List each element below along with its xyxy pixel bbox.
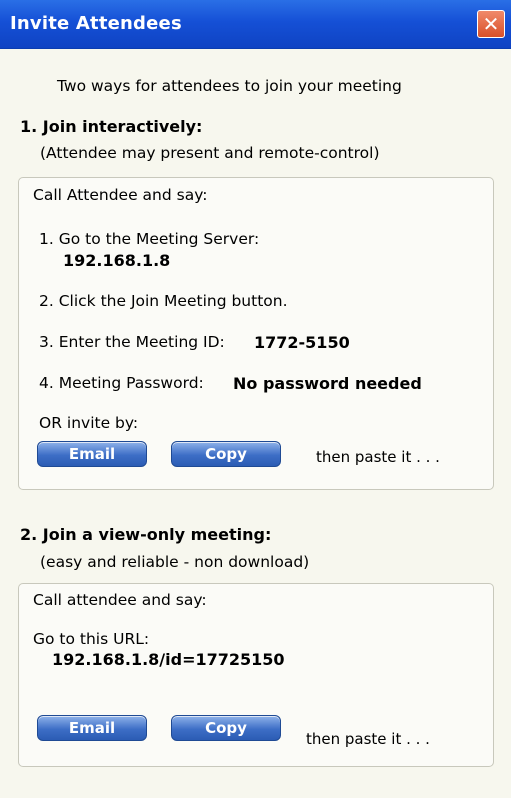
url-label: Go to this URL: [33, 630, 150, 648]
step1-text: 1. Go to the Meeting Server: [39, 230, 260, 248]
copy-button-view-only[interactable]: Copy [171, 715, 281, 741]
email-button-view-only[interactable]: Email [37, 715, 147, 741]
paste-hint: then paste it . . . [316, 448, 440, 466]
copy-button[interactable]: Copy [171, 441, 281, 467]
close-icon[interactable]: ✕ [477, 10, 505, 38]
step3-label: 3. Enter the Meeting ID: [39, 333, 225, 351]
or-invite-label: OR invite by: [39, 414, 139, 432]
window-title: Invite Attendees [10, 13, 182, 34]
section2-heading: 2. Join a view-only meeting: [20, 525, 272, 544]
title-bar: Invite Attendees ✕ [0, 0, 511, 49]
server-address: 192.168.1.8 [63, 251, 171, 270]
meeting-password: No password needed [233, 374, 422, 393]
step2-text: 2. Click the Join Meeting button. [39, 292, 288, 310]
email-button[interactable]: Email [37, 441, 147, 467]
meeting-url: 192.168.1.8/id=17725150 [52, 650, 285, 669]
section2-call-label: Call attendee and say: [33, 591, 207, 609]
dialog-subtitle: Two ways for attendees to join your meet… [57, 77, 402, 95]
section2-note: (easy and reliable - non download) [40, 553, 310, 571]
paste-hint-view-only: then paste it . . . [306, 730, 430, 748]
section1-heading: 1. Join interactively: [20, 117, 203, 136]
meeting-id: 1772-5150 [254, 333, 350, 352]
step4-label: 4. Meeting Password: [39, 374, 204, 392]
section1-call-label: Call Attendee and say: [33, 186, 208, 204]
section1-note: (Attendee may present and remote-control… [40, 144, 380, 162]
